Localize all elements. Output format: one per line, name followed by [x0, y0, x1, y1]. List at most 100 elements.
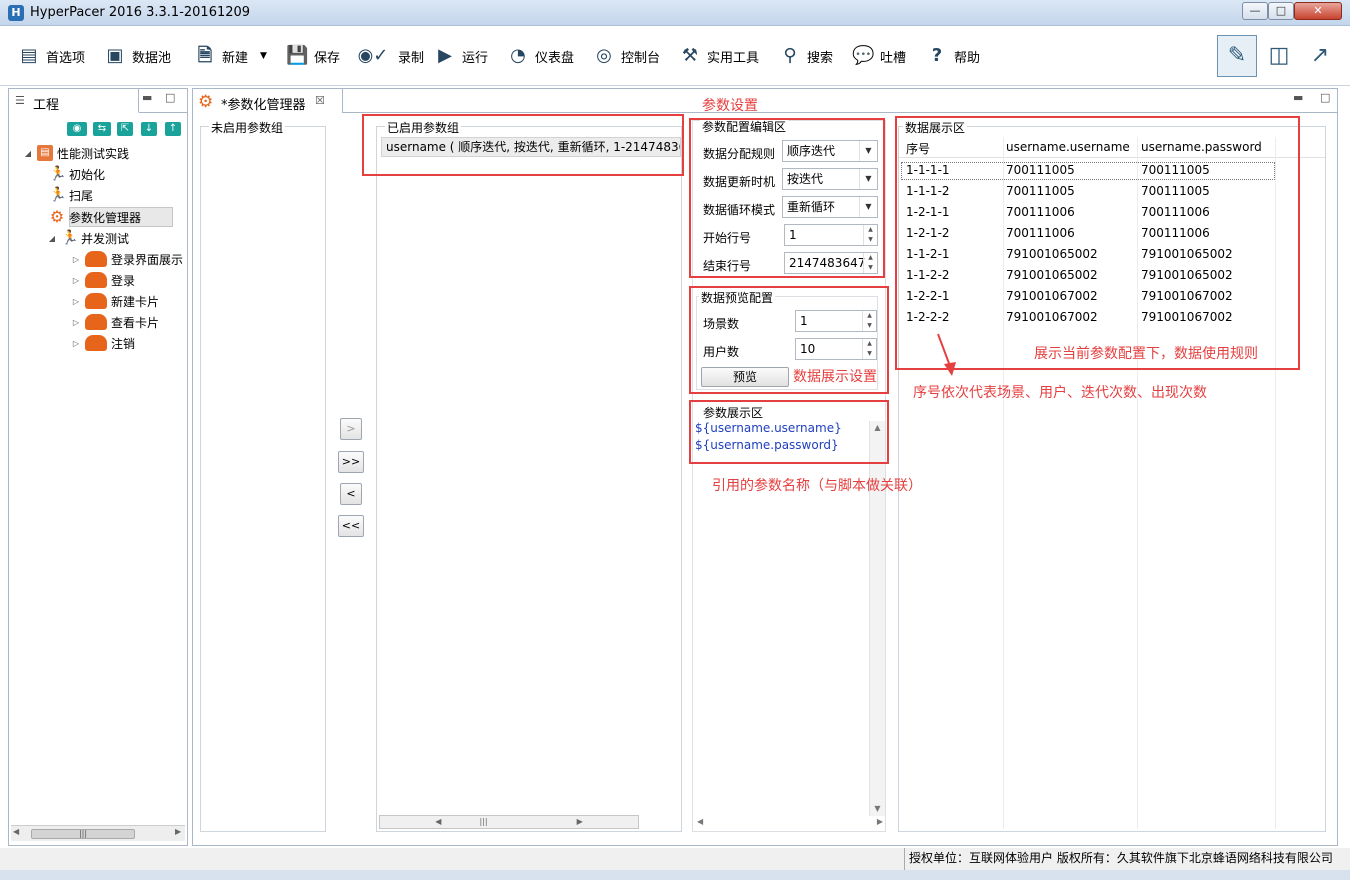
script-runner-icon: 🏃 — [49, 187, 67, 203]
move-all-left-button[interactable]: << — [338, 515, 364, 537]
script-runner-icon: 🏃 — [61, 230, 79, 246]
toolbar-label: 数据池 — [132, 50, 172, 66]
scroll-down-icon[interactable]: ▼ — [870, 804, 885, 813]
scroll-right-icon[interactable]: ▶ — [175, 827, 181, 836]
tree-item-root[interactable]: ◢ ▤ 性能测试实践 — [23, 143, 129, 163]
window-title: HyperPacer 2016 3.3.1-20161209 — [30, 5, 251, 20]
unused-param-group: 未启用参数组 — [200, 119, 326, 832]
project-icon: ▤ — [37, 145, 53, 161]
chevron-down-icon[interactable]: ▼ — [260, 51, 267, 61]
close-button[interactable]: ✕ — [1294, 2, 1342, 20]
project-tab[interactable]: ☰ 工程 — [9, 89, 139, 113]
app-logo-icon: H — [8, 5, 24, 21]
tree-item-child[interactable]: ▷ 注销 — [71, 333, 135, 353]
toolbar-preferences-button[interactable]: ▤ 首选项 — [18, 42, 85, 70]
edit-view-icon[interactable]: ✎ — [1217, 35, 1257, 77]
toolbar-label: 运行 — [462, 50, 489, 66]
transaction-icon — [85, 272, 107, 288]
editor-tab[interactable]: ⚙ *参数化管理器 ☒ — [193, 89, 343, 113]
annotation-ref-param-name: 引用的参数名称（与脚本做关联） — [712, 478, 922, 494]
chart-view-icon[interactable]: ↗ — [1300, 35, 1340, 77]
tree-item-init[interactable]: 🏃 初始化 — [49, 164, 105, 184]
toolbar-datapool-button[interactable]: ▣ 数据池 — [104, 42, 171, 70]
gear-icon: ⚙ — [198, 92, 214, 112]
toolbar-dashboard-button[interactable]: ◔ 仪表盘 — [507, 42, 574, 70]
collapsed-arrow-icon[interactable]: ▷ — [71, 297, 81, 306]
horizontal-scrollbar[interactable]: ◀ ||| ▶ — [11, 825, 185, 841]
collapsed-arrow-icon[interactable]: ▷ — [71, 318, 81, 327]
editor-tab-label: *参数化管理器 — [221, 98, 306, 113]
console-icon: ◎ — [596, 45, 612, 66]
toolbar-label: 仪表盘 — [535, 50, 575, 66]
maximize-panel-icon[interactable]: □ — [165, 91, 175, 104]
collapsed-arrow-icon[interactable]: ▷ — [71, 339, 81, 348]
tree-item-label: 登录界面展示 — [111, 252, 184, 267]
toolbar-feedback-button[interactable]: 💬 吐槽 — [852, 42, 906, 70]
main-toolbar: ▤ 首选项 ▣ 数据池 🗎 新建 ▼ 💾 保存 ◉✓ 录制 ▶ 运行 ◔ 仪表盘 ◎ 控制台 ⚒ 实… — [0, 26, 1350, 86]
tree-item-param-manager[interactable]: ⚙ 参数化管理器 — [49, 207, 141, 227]
move-all-right-button[interactable]: >> — [338, 451, 364, 473]
tree-item-label: 参数化管理器 — [69, 210, 142, 225]
toolbar-new-button[interactable]: 🗎 新建 ▼ — [194, 42, 267, 70]
minimize-button[interactable]: — — [1242, 2, 1268, 20]
sync-icon[interactable]: ⇆ — [93, 122, 111, 136]
close-tab-icon[interactable]: ☒ — [315, 94, 325, 107]
move-down-icon[interactable]: ↓ — [141, 122, 157, 136]
toolbar-label: 首选项 — [46, 50, 86, 66]
tree-item-label: 注销 — [111, 336, 136, 351]
move-up-icon[interactable]: ↑ — [165, 122, 181, 136]
group-label: 未启用参数组 — [209, 119, 286, 136]
annotation-box-used-group — [362, 114, 684, 176]
scroll-left-icon[interactable]: ◀ — [13, 827, 19, 836]
toolbar-search-button[interactable]: ⚲ 搜索 — [779, 42, 833, 70]
collapse-icon[interactable]: ⇱ — [117, 122, 133, 136]
move-left-button[interactable]: < — [340, 483, 362, 505]
toolbar-tools-button[interactable]: ⚒ 实用工具 — [679, 42, 759, 70]
toolbar-label: 吐槽 — [880, 50, 907, 66]
toolbar-record-button[interactable]: ◉✓ 录制 — [354, 42, 424, 70]
collapsed-arrow-icon[interactable]: ▷ — [71, 255, 81, 264]
project-panel: ☰ 工程 ▬ □ ◉ ⇆ ⇱ ↓ ↑ ◢ ▤ 性能测试实践 🏃 初始化 🏃 扫尾… — [8, 88, 188, 846]
expanded-arrow-icon[interactable]: ◢ — [23, 149, 33, 158]
tree-item-label: 扫尾 — [69, 188, 94, 203]
record-icon: ◉✓ — [357, 45, 389, 66]
minimize-panel-icon[interactable]: ▬ — [1293, 91, 1303, 104]
minimize-panel-icon[interactable]: ▬ — [142, 91, 152, 104]
help-icon: ? — [931, 45, 943, 66]
scroll-thumb[interactable]: ||| — [31, 829, 135, 839]
tree-item-child[interactable]: ▷ 登录界面展示 — [71, 249, 183, 269]
tree-item-child[interactable]: ▷ 登录 — [71, 270, 135, 290]
annotation-box-config — [689, 118, 885, 278]
script-runner-icon: 🏃 — [49, 166, 67, 182]
annotation-box-params — [689, 400, 889, 464]
tree-item-child[interactable]: ▷ 新建卡片 — [71, 291, 159, 311]
layout-view-icon[interactable]: ◫ — [1259, 35, 1299, 77]
tree-item-concurrent[interactable]: ◢ 🏃 并发测试 — [47, 228, 129, 248]
horizontal-scrollbar[interactable]: ◀ ▶ — [697, 817, 883, 829]
transaction-icon — [85, 251, 107, 267]
move-right-button[interactable]: > — [340, 418, 362, 440]
search-icon: ⚲ — [783, 45, 797, 66]
maximize-panel-icon[interactable]: □ — [1320, 91, 1330, 104]
horizontal-scrollbar[interactable]: ◀ ||| ▶ — [379, 815, 639, 829]
tree-item-end[interactable]: 🏃 扫尾 — [49, 185, 93, 205]
tree-item-child[interactable]: ▷ 查看卡片 — [71, 312, 159, 332]
toolbar-help-button[interactable]: ? 帮助 — [926, 42, 980, 70]
toolbar-save-button[interactable]: 💾 保存 — [286, 42, 340, 70]
status-text: 授权单位：互联网体验用户 版权所有：久其软件旗下北京蜂语网络科技有限公司 — [904, 848, 1340, 870]
toolbar-label: 新建 — [222, 50, 249, 66]
maximize-button[interactable]: □ — [1268, 2, 1294, 20]
toolbar-label: 录制 — [398, 50, 425, 66]
tab-underline — [139, 112, 187, 113]
toolbar-run-button[interactable]: ▶ 运行 — [434, 42, 488, 70]
window-bottom-edge — [0, 870, 1350, 880]
run-toggle-icon[interactable]: ◉ — [67, 122, 87, 136]
title-bar: H HyperPacer 2016 3.3.1-20161209 — □ ✕ — [0, 0, 1350, 26]
list-icon: ☰ — [15, 94, 25, 107]
run-icon: ▶ — [438, 45, 452, 66]
toolbar-console-button[interactable]: ◎ 控制台 — [593, 42, 660, 70]
collapsed-arrow-icon[interactable]: ▷ — [71, 276, 81, 285]
new-file-icon: 🗎 — [197, 45, 213, 66]
expanded-arrow-icon[interactable]: ◢ — [47, 234, 57, 243]
used-param-group: 已启用参数组 username ( 顺序迭代, 按迭代, 重新循环, 1-214… — [376, 119, 682, 832]
